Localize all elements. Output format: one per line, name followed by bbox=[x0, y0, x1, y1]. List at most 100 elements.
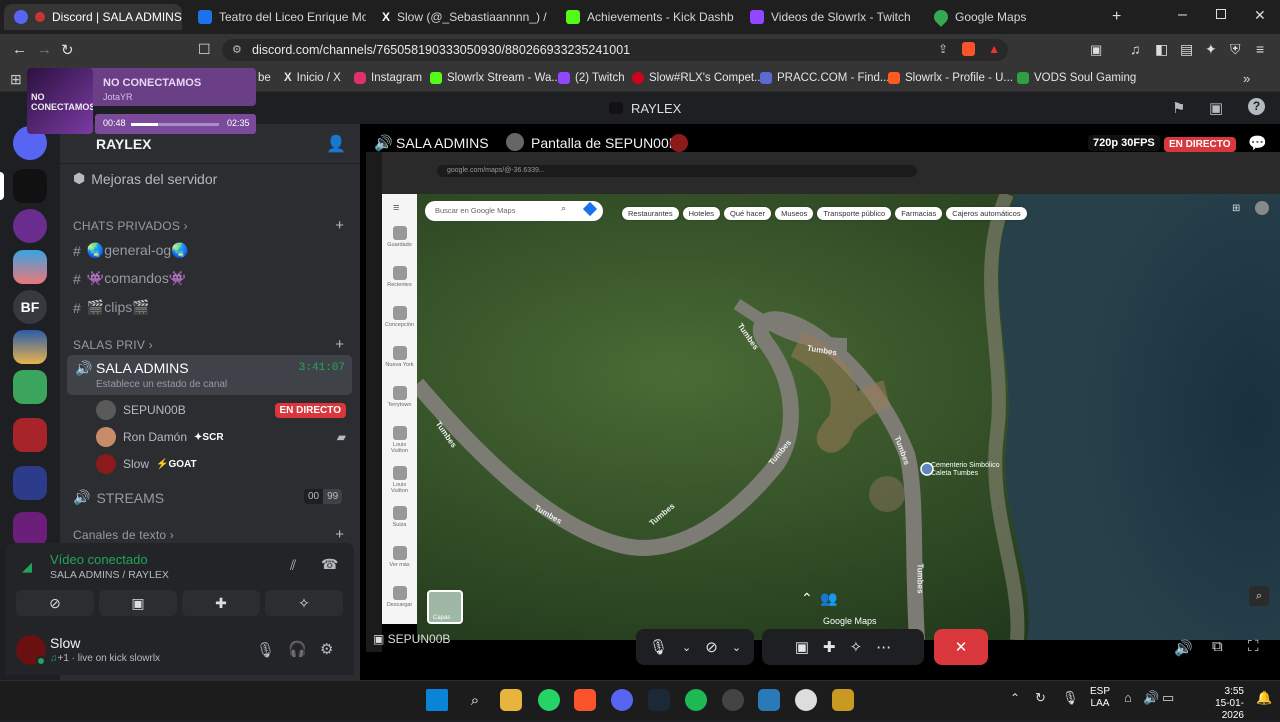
account-avatar[interactable] bbox=[1255, 201, 1269, 215]
menu-icon[interactable]: ≡ bbox=[1256, 41, 1264, 57]
menu-icon[interactable]: ≡ bbox=[393, 202, 399, 214]
channel-clips[interactable]: # 🎬clips🎬 bbox=[73, 299, 150, 316]
steam-icon[interactable] bbox=[648, 689, 670, 711]
settings-icon[interactable]: ⚙ bbox=[320, 640, 333, 658]
battery-icon[interactable]: ▭ bbox=[1162, 690, 1174, 706]
maps-chip[interactable]: Restaurantes bbox=[622, 207, 679, 220]
server-boost[interactable]: ⬢ Mejoras del servidor bbox=[73, 170, 217, 187]
add-channel-icon[interactable]: + bbox=[335, 336, 344, 353]
reload-icon[interactable]: ↻ bbox=[61, 41, 74, 59]
category-private-rooms[interactable]: SALAS PRIV › bbox=[73, 338, 153, 352]
maps-search-input[interactable]: Buscar en Google Maps bbox=[425, 201, 603, 221]
tab-twitch[interactable]: Videos de Slowrlx - Twitch bbox=[740, 4, 918, 30]
tab-google-maps[interactable]: Google Maps bbox=[924, 4, 1102, 30]
site-settings-icon[interactable]: ⚙ bbox=[232, 43, 242, 56]
camera-off-button[interactable]: ⊘ bbox=[16, 590, 94, 616]
channel-comandos[interactable]: # 👾comandos👾 bbox=[73, 270, 186, 287]
voice-member[interactable]: Slow ⚡GOAT bbox=[96, 454, 197, 474]
chevron-up-icon[interactable]: ⌃ bbox=[801, 590, 813, 607]
music-mini-player[interactable]: NO CONECTAMOS NO CONECTAMOS JotaYR 00:48… bbox=[27, 68, 256, 134]
app-icon[interactable] bbox=[832, 689, 854, 711]
server-bf[interactable]: BF bbox=[13, 290, 47, 324]
media-icon[interactable]: ♫ bbox=[1130, 41, 1141, 57]
bookmark-partial[interactable]: be bbox=[258, 72, 271, 84]
voice-member[interactable]: Ron Damón ✦SCR ▰ bbox=[96, 427, 346, 447]
bookmark-profile[interactable]: Slowrlx - Profile - U... bbox=[888, 72, 1013, 84]
soundboard-button[interactable]: ✧ bbox=[265, 590, 343, 616]
progress-track[interactable] bbox=[131, 123, 219, 126]
maps-sidebar-item[interactable]: Nueva York bbox=[384, 346, 415, 368]
leo-ai-icon[interactable]: ✦ bbox=[1205, 41, 1217, 58]
discord-icon[interactable] bbox=[611, 689, 633, 711]
camera-off-icon[interactable]: ⊘ bbox=[705, 638, 718, 656]
layers-button[interactable]: Capas bbox=[427, 590, 463, 624]
tab-search-icon[interactable]: ▣ bbox=[1090, 42, 1102, 58]
maps-chip[interactable]: Transporte público bbox=[817, 207, 892, 220]
bookmark-instagram[interactable]: Instagram bbox=[354, 72, 422, 84]
maps-sidebar-item[interactable]: Guardado bbox=[384, 226, 415, 248]
maps-sidebar-item[interactable]: Louis Vuitton bbox=[384, 426, 415, 454]
maximize-icon[interactable] bbox=[1216, 9, 1226, 19]
brave-shield-icon[interactable] bbox=[962, 42, 975, 56]
bookmark-faceit[interactable]: Slow#RLX's Compet... bbox=[632, 72, 764, 84]
server-icon[interactable] bbox=[13, 512, 47, 546]
fullscreen-icon[interactable]: ⛶ bbox=[1248, 638, 1259, 655]
chat-icon[interactable]: 💬 bbox=[1248, 134, 1267, 152]
signal-icon[interactable]: ◢ bbox=[22, 559, 32, 575]
brave-rewards-icon[interactable]: ▲ bbox=[988, 42, 1000, 56]
language-indicator[interactable]: ESP LAA bbox=[1090, 686, 1110, 710]
place-label[interactable]: Cementerio Simbólico Caleta Tumbes bbox=[931, 462, 1011, 478]
clock[interactable]: 3:55 15-01-2026 bbox=[1200, 686, 1244, 722]
voice-member[interactable]: SEPUN00B EN DIRECTO bbox=[96, 400, 346, 420]
activities-button[interactable]: ✚ bbox=[182, 590, 260, 616]
channel-general[interactable]: # 🌏general-og🌏 bbox=[73, 242, 189, 259]
maps-sidebar-item[interactable]: Louis Vuitton bbox=[384, 466, 415, 494]
disconnect-button[interactable]: ✕ bbox=[934, 629, 988, 665]
spotify-icon[interactable] bbox=[685, 689, 707, 711]
maps-sidebar-item[interactable]: Concepción bbox=[384, 306, 415, 328]
noise-suppression-icon[interactable]: ⫽ bbox=[290, 557, 296, 574]
server-folder[interactable] bbox=[13, 370, 47, 404]
photos-icon[interactable] bbox=[758, 689, 780, 711]
maps-sidebar-item[interactable]: Recientes bbox=[384, 266, 415, 288]
server-icon[interactable] bbox=[13, 209, 47, 243]
microphone-icon[interactable]: 🎙 bbox=[649, 638, 668, 656]
maps-chip[interactable]: Cajeros automáticos bbox=[946, 207, 1027, 220]
vpn-icon[interactable]: ⛨ bbox=[1230, 41, 1241, 58]
bookmark-pracc[interactable]: PRACC.COM - Find... bbox=[760, 72, 889, 84]
soundboard-icon[interactable]: ✧ bbox=[850, 638, 863, 656]
maps-chip[interactable]: Hoteles bbox=[682, 207, 721, 220]
file-explorer-icon[interactable] bbox=[500, 689, 522, 711]
maps-chip[interactable]: Museos bbox=[775, 207, 814, 220]
apps-icon[interactable]: ⊞ bbox=[10, 71, 22, 88]
share-icon[interactable]: ⇪ bbox=[938, 42, 948, 56]
bookmark-kick[interactable]: Slowrlx Stream - Wa... bbox=[430, 72, 561, 84]
add-friend-icon[interactable]: 👤 bbox=[326, 134, 346, 154]
sync-icon[interactable]: ↻ bbox=[1035, 690, 1046, 706]
inbox-icon[interactable]: ▣ bbox=[1209, 99, 1223, 117]
screen-share-icon[interactable]: ▣ bbox=[795, 638, 809, 656]
chevron-up-icon[interactable]: ⌃ bbox=[1010, 691, 1020, 705]
category-private-chats[interactable]: CHATS PRIVADOS › bbox=[73, 219, 188, 233]
network-icon[interactable]: ⌂ bbox=[1124, 690, 1132, 705]
forward-icon[interactable]: → bbox=[37, 41, 52, 58]
microphone-icon[interactable]: 🎙 bbox=[1062, 690, 1079, 706]
server-folder[interactable] bbox=[13, 418, 47, 452]
add-channel-icon[interactable]: + bbox=[335, 526, 344, 543]
chevron-down-icon[interactable]: ⌄ bbox=[682, 641, 691, 654]
screen-share-button[interactable]: ▣ bbox=[99, 590, 177, 616]
app-icon[interactable] bbox=[722, 689, 744, 711]
server-icon[interactable] bbox=[13, 250, 47, 284]
flag-icon[interactable]: ⚑ bbox=[1172, 99, 1185, 117]
server-raylex[interactable] bbox=[13, 169, 47, 203]
bookmark-vods[interactable]: VODS Soul Gaming bbox=[1017, 72, 1136, 84]
maps-sidebar-item[interactable]: Suiza bbox=[384, 506, 415, 528]
voice-location[interactable]: SALA ADMINS / RAYLEX bbox=[50, 569, 169, 581]
app-icon[interactable] bbox=[795, 689, 817, 711]
activities-icon[interactable]: ✚ bbox=[823, 638, 836, 656]
bookmark-icon[interactable]: ☐ bbox=[198, 41, 211, 58]
new-tab-icon[interactable]: + bbox=[1112, 8, 1121, 26]
search-icon[interactable]: ⌕ bbox=[464, 689, 486, 711]
tab-kick[interactable]: Achievements - Kick Dashboard bbox=[556, 4, 734, 30]
popout-icon[interactable]: ⧉ bbox=[1212, 638, 1223, 655]
